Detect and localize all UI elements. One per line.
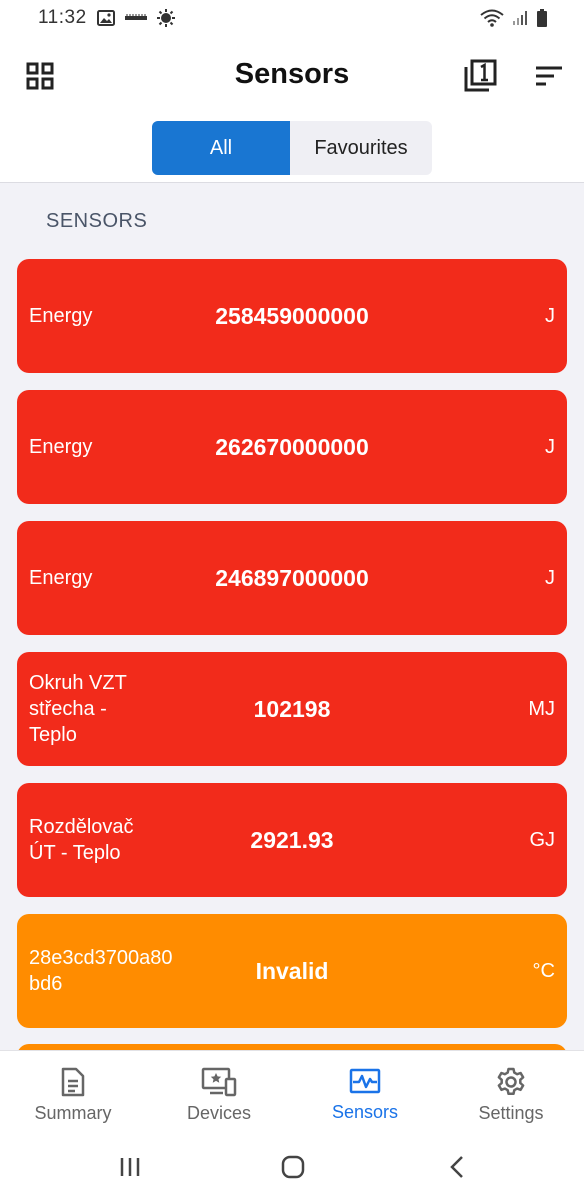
status-right [480, 9, 548, 27]
recent-apps-button[interactable] [110, 1152, 150, 1182]
home-icon [281, 1155, 305, 1179]
section-header: SENSORS [46, 210, 148, 232]
single-view-button[interactable] [460, 56, 500, 96]
top-app-bar: Sensors [0, 36, 584, 116]
sensor-card[interactable]: Energy 246897000000 J [17, 521, 567, 635]
sensor-card[interactable]: Energy 262670000000 J [17, 390, 567, 504]
segmented-control: All Favourites [152, 121, 432, 175]
status-time: 11:32 [38, 7, 87, 28]
filter-1-icon [464, 59, 497, 92]
sensor-value: 2921.93 [250, 826, 334, 853]
sensor-card[interactable]: Rozdělovač ÚT - Teplo 2921.93 GJ [17, 783, 567, 897]
nav-summary-label: Summary [34, 1103, 112, 1123]
sensor-unit: GJ [529, 828, 555, 851]
document-icon [61, 1067, 85, 1097]
wifi-icon [480, 9, 504, 27]
bottom-navigation: Summary Devices Sensors Settings [0, 1050, 584, 1136]
sort-button[interactable] [529, 56, 569, 96]
system-navigation-bar [0, 1136, 584, 1200]
nav-settings[interactable]: Settings [438, 1051, 584, 1136]
sort-icon [536, 66, 562, 86]
sensor-list: Energy 258459000000 J Energy 26267000000… [17, 259, 567, 1045]
tab-favourites[interactable]: Favourites [290, 121, 432, 175]
sensor-card[interactable]: 28e3cd3700a80bd6 Invalid °C [17, 914, 567, 1028]
sensor-value: Invalid [255, 957, 329, 984]
tab-all[interactable]: All [152, 121, 290, 175]
filter-tabs-bar: All Favourites [0, 116, 584, 183]
sensor-value: 246897000000 [215, 564, 369, 591]
sensor-value: 102198 [253, 695, 331, 722]
voicemail-icon [124, 13, 147, 23]
battery-icon [536, 9, 548, 27]
sensor-unit: J [545, 566, 555, 589]
nav-sensors[interactable]: Sensors [292, 1051, 438, 1136]
home-button[interactable] [273, 1152, 313, 1182]
devices-icon [201, 1067, 237, 1097]
signal-icon [512, 10, 528, 26]
sensor-value: 262670000000 [215, 433, 369, 460]
image-notification-icon [96, 10, 115, 26]
nav-summary[interactable]: Summary [0, 1051, 146, 1136]
nav-sensors-label: Sensors [331, 1102, 399, 1122]
nav-settings-label: Settings [478, 1103, 544, 1123]
sensor-unit: J [545, 304, 555, 327]
sensor-card[interactable]: Energy 258459000000 J [17, 259, 567, 373]
status-bar: 11:32 [0, 0, 584, 36]
recent-apps-icon [120, 1158, 140, 1176]
gear-icon [497, 1067, 525, 1096]
sensor-unit: J [545, 435, 555, 458]
back-icon [450, 1156, 463, 1178]
sensor-value: 258459000000 [215, 302, 369, 329]
nav-devices[interactable]: Devices [146, 1051, 292, 1136]
nav-devices-label: Devices [186, 1103, 252, 1123]
brightness-icon [156, 9, 175, 27]
back-button[interactable] [437, 1152, 477, 1182]
sensor-wave-icon [349, 1068, 381, 1094]
status-left: 11:32 [38, 7, 175, 29]
sensor-unit: °C [532, 959, 555, 982]
sensor-card[interactable]: Okruh VZT střecha - Teplo 102198 MJ [17, 652, 567, 766]
sensor-unit: MJ [528, 697, 555, 720]
